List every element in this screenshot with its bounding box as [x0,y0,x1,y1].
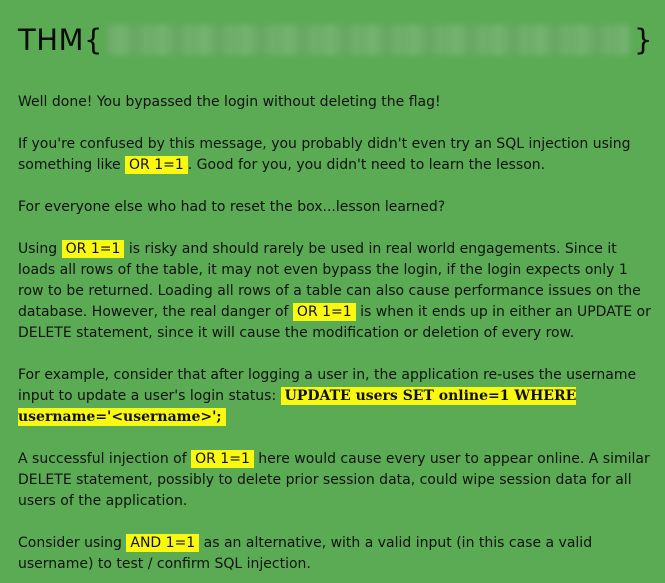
paragraph-example: For example, consider that after logging… [18,365,651,428]
paragraph-successful-injection: A successful injection of OR 1=1 here wo… [18,449,651,512]
paragraph-text: Consider using [18,535,127,551]
code-highlight: OR 1=1 [292,303,356,321]
code-highlight: AND 1=1 [126,534,200,552]
flag-suffix: } [634,23,653,57]
paragraph-text: A successful injection of [18,451,192,467]
code-highlight: OR 1=1 [125,156,188,174]
flag-heading: THM{ } [18,20,653,60]
paragraph-lesson-learned: For everyone else who had to reset the b… [18,197,651,218]
paragraph-well-done: Well done! You bypassed the login withou… [18,92,651,113]
paragraph-text: Using [18,241,62,257]
page: THM{ } Well done! You bypassed the login… [0,0,665,583]
paragraph-text: Well done! You bypassed the login withou… [18,94,441,110]
paragraph-risk: Using OR 1=1 is risky and should rarely … [18,239,651,344]
paragraph-alternative: Consider using AND 1=1 as an alternative… [18,533,651,575]
paragraph-confused: If you're confused by this message, you … [18,134,651,176]
flag-prefix: THM{ [18,23,103,57]
paragraph-text: . Good for you, you didn't need to learn… [187,157,546,173]
paragraph-text: For everyone else who had to reset the b… [18,199,446,215]
flag-redacted-blur [107,25,631,55]
code-highlight: OR 1=1 [191,450,254,468]
code-highlight: OR 1=1 [61,240,125,258]
